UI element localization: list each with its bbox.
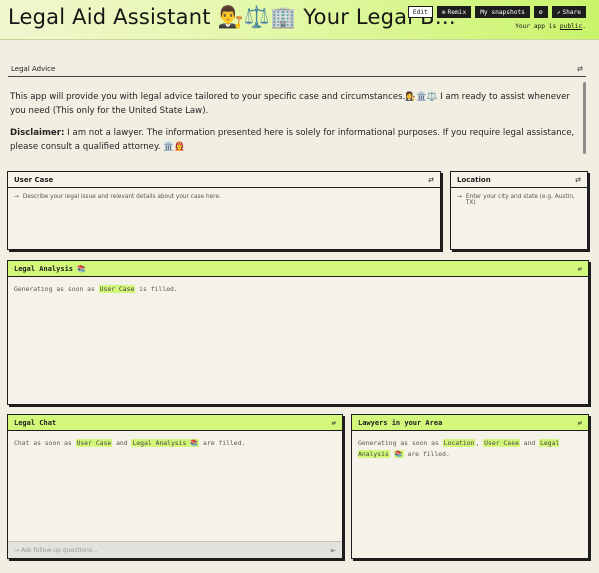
- chat-input[interactable]: → Ask follow-up questions... ➢: [8, 541, 342, 558]
- location-input[interactable]: → Enter your city and state (e.g. Austin…: [451, 188, 587, 212]
- chat-input-placeholder: → Ask follow-up questions...: [14, 546, 98, 554]
- user-case-panel: User Case ⇄ → Describe your legal issue …: [7, 171, 441, 250]
- app-title: Legal Aid Assistant 👨‍⚖️⚖️🏢 Your Legal B…: [8, 5, 456, 29]
- books-icon: 📚: [393, 450, 404, 458]
- gear-icon: ⚙: [538, 8, 543, 16]
- arrow-right-icon: →: [457, 194, 462, 200]
- user-case-header: User Case ⇄: [8, 172, 440, 188]
- lawyers-status: Generating as soon as Location, User Cas…: [358, 439, 560, 458]
- legal-chat-header: Legal Chat ⇄: [8, 415, 342, 431]
- legal-advice-body: This app will provide you with legal adv…: [10, 90, 578, 162]
- disclaimer-text: Disclaimer: I am not a lawyer. The infor…: [10, 128, 575, 152]
- scrollbar[interactable]: [583, 82, 586, 154]
- dependency-badge: Location: [442, 439, 476, 447]
- lawyers-label: Lawyers in your Area: [358, 418, 443, 427]
- location-header: Location ⇄: [451, 172, 587, 188]
- lawyers-panel: Lawyers in your Area ⇄ Generating as soo…: [351, 414, 589, 559]
- legal-analysis-header: Legal Analysis 📚 ⇄: [8, 261, 588, 277]
- legal-analysis-panel: Legal Analysis 📚 ⇄ Generating as soon as…: [7, 260, 589, 405]
- legal-advice-text: This app will provide you with legal adv…: [10, 92, 570, 116]
- header-actions: Edit ⊕ Remix My snapshots ⚙ ↗ Share: [407, 6, 586, 18]
- snapshots-button[interactable]: My snapshots: [475, 6, 530, 18]
- location-panel: Location ⇄ → Enter your city and state (…: [450, 171, 588, 250]
- collapse-icon[interactable]: ⇄: [332, 419, 336, 427]
- collapse-icon[interactable]: ⇄: [575, 176, 581, 184]
- location-placeholder: Enter your city and state (e.g. Austin, …: [465, 194, 575, 206]
- user-case-placeholder: Describe your legal issue and relevant d…: [22, 194, 221, 200]
- legal-chat-status: Chat as soon as User Case and Legal Anal…: [14, 439, 246, 447]
- edit-button[interactable]: Edit: [407, 6, 433, 18]
- location-label: Location: [457, 175, 491, 184]
- remix-button[interactable]: ⊕ Remix: [436, 6, 472, 18]
- legal-chat-panel: Legal Chat ⇄ Chat as soon as User Case a…: [7, 414, 343, 559]
- legal-advice-label: Legal Advice: [11, 65, 56, 73]
- share-arrow-icon: ↗: [556, 8, 561, 16]
- dependency-badge: User Case: [75, 439, 113, 447]
- remix-icon: ⊕: [441, 8, 446, 16]
- user-case-input[interactable]: → Describe your legal issue and relevant…: [8, 188, 440, 206]
- arrow-right-icon: →: [14, 194, 19, 200]
- legal-analysis-status: Generating as soon as User Case is fille…: [14, 285, 178, 293]
- dependency-badge: User Case: [483, 439, 520, 447]
- collapse-icon[interactable]: ⇄: [578, 265, 582, 273]
- lawyers-header: Lawyers in your Area ⇄: [352, 415, 588, 431]
- send-icon[interactable]: ➢: [329, 546, 336, 555]
- collapse-icon[interactable]: ⇄: [428, 176, 434, 184]
- share-button[interactable]: ↗ Share: [551, 6, 586, 18]
- legal-chat-label: Legal Chat: [14, 418, 57, 427]
- public-link[interactable]: public: [560, 23, 582, 30]
- app-header: Legal Aid Assistant 👨‍⚖️⚖️🏢 Your Legal B…: [0, 0, 599, 40]
- snapshot-settings-button[interactable]: ⚙: [533, 6, 548, 18]
- public-note: Your app is public.: [515, 23, 586, 30]
- collapse-icon[interactable]: ⇄: [577, 65, 583, 73]
- collapse-icon[interactable]: ⇄: [578, 419, 582, 427]
- dependency-badge: Legal Analysis 📚: [131, 439, 200, 447]
- dependency-badge: User Case: [98, 285, 136, 293]
- legal-advice-section: Legal Advice ⇄ This app will provide you…: [8, 62, 586, 158]
- legal-analysis-label: Legal Analysis 📚: [14, 264, 86, 273]
- user-case-label: User Case: [14, 175, 54, 184]
- legal-advice-header: Legal Advice ⇄: [8, 62, 586, 77]
